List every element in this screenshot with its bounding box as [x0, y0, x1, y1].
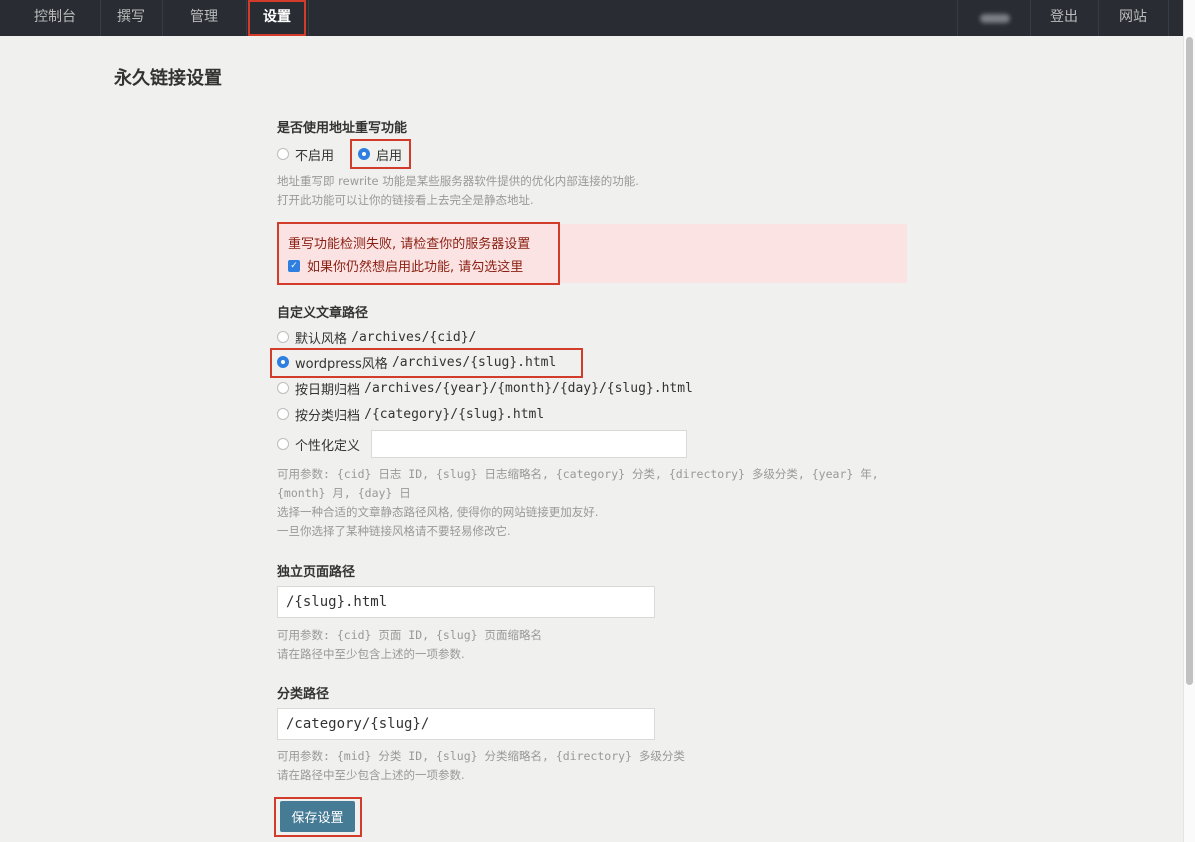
- rewrite-desc-line2: 打开此功能可以让你的链接看上去完全是静态地址.: [277, 193, 534, 207]
- category-path-desc-line: 请在路径中至少包含上述的一项参数.: [277, 768, 465, 782]
- nav-dashboard[interactable]: 控制台: [20, 0, 90, 36]
- category-path-params: 可用参数: {mid} 分类 ID, {slug} 分类缩略名, {direct…: [277, 749, 685, 763]
- category-path-label: 分类路径: [277, 687, 330, 702]
- vertical-scrollbar[interactable]: [1183, 0, 1195, 842]
- page-path-desc-line: 请在路径中至少包含上述的一项参数.: [277, 647, 465, 661]
- nav-write[interactable]: 撰写: [100, 0, 162, 36]
- nav-divider: [1168, 0, 1169, 36]
- nav-settings[interactable]: 设置: [246, 0, 308, 36]
- rewrite-desc-line1: 地址重写即 rewrite 功能是某些服务器软件提供的优化内部连接的功能.: [277, 174, 639, 188]
- post-path-option-default[interactable]: 默认风格 /archives/{cid}/: [277, 327, 476, 347]
- radio-unchecked-icon[interactable]: [277, 148, 289, 160]
- nav-manage[interactable]: 管理: [162, 0, 246, 36]
- post-path-option-custom[interactable]: 个性化定义: [277, 434, 360, 454]
- option-pattern: /archives/{cid}/: [351, 329, 477, 345]
- post-path-desc-line1: 选择一种合适的文章静态路径风格, 使得你的网站链接更加友好.: [277, 505, 599, 519]
- radio-checked-icon[interactable]: [277, 356, 289, 368]
- custom-post-path-input[interactable]: [371, 430, 687, 458]
- option-label: 默认风格: [295, 331, 348, 347]
- option-label: 按日期归档: [295, 382, 361, 398]
- rewrite-option-enable[interactable]: 启用: [358, 144, 402, 164]
- top-nav-bar: 控制台 撰写 管理 设置 登出 网站: [0, 0, 1183, 36]
- category-path-input[interactable]: [277, 708, 655, 740]
- checkbox-checked-icon[interactable]: ✓: [288, 259, 300, 272]
- option-pattern: /{category}/{slug}.html: [364, 406, 545, 422]
- option-label: wordpress风格: [295, 356, 388, 372]
- rewrite-label: 是否使用地址重写功能: [277, 121, 408, 136]
- option-label: 个性化定义: [295, 438, 361, 454]
- radio-unchecked-icon[interactable]: [277, 438, 289, 450]
- post-path-params-line2: {month} 月, {day} 日: [277, 486, 411, 500]
- post-path-desc-line2: 一旦你选择了某种链接风格请不要轻易修改它.: [277, 524, 511, 538]
- scrollbar-thumb[interactable]: [1186, 37, 1193, 685]
- rewrite-desc: 地址重写即 rewrite 功能是某些服务器软件提供的优化内部连接的功能. 打开…: [277, 172, 917, 210]
- page-title: 永久链接设置: [114, 68, 222, 89]
- option-pattern: /archives/{year}/{month}/{day}/{slug}.ht…: [364, 380, 693, 396]
- page-path-desc: 可用参数: {cid} 页面 ID, {slug} 页面缩略名 请在路径中至少包…: [277, 626, 917, 664]
- option-pattern: /archives/{slug}.html: [391, 354, 557, 370]
- nav-logout[interactable]: 登出: [1030, 0, 1098, 36]
- post-path-label: 自定义文章路径: [277, 306, 369, 321]
- nav-divider: [957, 0, 958, 36]
- page-path-params: 可用参数: {cid} 页面 ID, {slug} 页面缩略名: [277, 628, 542, 642]
- radio-checked-icon[interactable]: [358, 148, 370, 160]
- page-path-input[interactable]: [277, 586, 655, 618]
- post-path-option-date[interactable]: 按日期归档 /archives/{year}/{month}/{day}/{sl…: [277, 378, 693, 398]
- rewrite-warning-message: 重写功能检测失败, 请检查你的服务器设置: [288, 237, 531, 252]
- category-path-desc: 可用参数: {mid} 分类 ID, {slug} 分类缩略名, {direct…: [277, 747, 917, 785]
- rewrite-option-disable-label: 不启用: [295, 148, 335, 164]
- save-settings-button[interactable]: 保存设置: [280, 801, 355, 832]
- option-label: 按分类归档: [295, 408, 361, 424]
- nav-divider: [308, 0, 309, 36]
- post-path-option-wordpress[interactable]: wordpress风格 /archives/{slug}.html: [277, 352, 556, 372]
- radio-unchecked-icon[interactable]: [277, 382, 289, 394]
- user-avatar-name[interactable]: [980, 14, 1010, 23]
- force-rewrite-checkbox[interactable]: ✓ 如果你仍然想启用此功能, 请勾选这里: [288, 256, 523, 275]
- post-path-option-category[interactable]: 按分类归档 /{category}/{slug}.html: [277, 404, 544, 424]
- nav-website[interactable]: 网站: [1098, 0, 1168, 36]
- rewrite-option-disable[interactable]: 不启用: [277, 144, 334, 164]
- post-path-desc: 可用参数: {cid} 日志 ID, {slug} 日志缩略名, {catego…: [277, 465, 917, 541]
- radio-unchecked-icon[interactable]: [277, 408, 289, 420]
- force-rewrite-label: 如果你仍然想启用此功能, 请勾选这里: [307, 260, 524, 275]
- page-path-label: 独立页面路径: [277, 565, 356, 580]
- radio-unchecked-icon[interactable]: [277, 331, 289, 343]
- rewrite-option-enable-label: 启用: [376, 148, 403, 164]
- post-path-params-line1: 可用参数: {cid} 日志 ID, {slug} 日志缩略名, {catego…: [277, 467, 879, 481]
